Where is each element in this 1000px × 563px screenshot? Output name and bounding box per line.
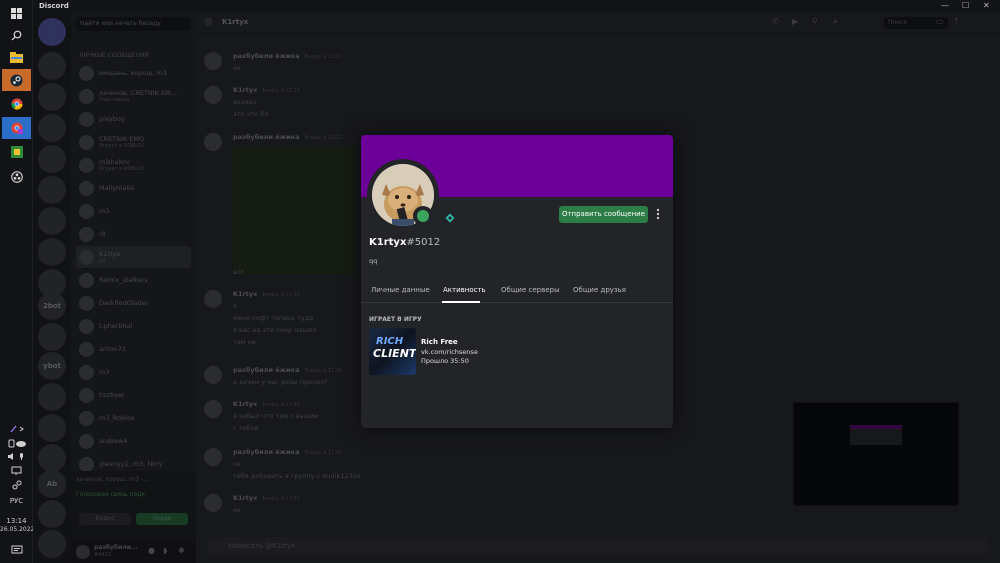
profile-custom-status: qq [369,257,378,265]
online-status-icon [417,210,429,222]
activity-header: ИГРАЕТ В ИГРУ [369,316,422,323]
game-logo-text: CLIENT [373,347,416,360]
obs-icon[interactable] [2,166,31,188]
windows-taskbar: РУС 13:14 26.05.2022 [0,0,34,563]
send-message-button[interactable]: Отправить сообщение [559,206,648,223]
game-name: Rich Free [421,338,458,346]
search-icon[interactable] [2,24,31,46]
user-profile-modal: Отправить сообщение K1rtyx#5012 qq Личны… [361,135,673,428]
nitro-badge-icon[interactable] [445,208,455,223]
chrome-profile-icon[interactable] [2,117,31,139]
tray-network-icon[interactable] [0,466,33,477]
tray-settings-icon[interactable] [0,480,33,492]
game-logo-text: RICH [376,336,404,347]
profile-discriminator: #5012 [406,237,441,248]
language-indicator[interactable]: РУС [0,497,33,505]
tab-activity[interactable]: Активность [443,286,486,294]
profile-username: K1rtyx#5012 [369,237,441,248]
tray-volume-mic-icon[interactable] [0,452,33,463]
windows-start-icon[interactable] [2,2,31,24]
tray-pen-icon[interactable] [0,425,33,435]
file-explorer-icon[interactable] [2,46,31,68]
tray-cloud-icon[interactable] [0,439,33,450]
app-icon[interactable] [2,141,31,163]
clock-time[interactable]: 13:14 [0,517,33,525]
game-logo: RICH CLIENT [369,328,416,375]
chrome-icon[interactable] [2,93,31,115]
clock-date[interactable]: 26.05.2022 [0,526,34,533]
more-vertical-icon[interactable] [654,207,662,223]
close-icon[interactable]: ✕ [983,0,990,12]
app-title: Discord [39,2,69,10]
game-details: vk.com/richsense [421,348,478,356]
screen: РУС 13:14 26.05.2022 Discord — ☐ ✕ 2bot … [0,0,1000,563]
app-titlebar: Discord [33,0,1000,12]
tab-mutual-friends[interactable]: Общие друзья [573,286,626,294]
active-tab-indicator [442,301,480,303]
steam-icon[interactable] [2,69,31,91]
tab-user-info[interactable]: Личные данные [371,286,430,294]
minimize-icon[interactable]: — [941,0,949,12]
maximize-icon[interactable]: ☐ [962,0,969,12]
profile-tabs: Личные данные Активность Общие серверы О… [361,281,673,303]
notification-icon[interactable] [0,545,33,557]
game-elapsed-time: Прошло 35:50 [421,357,469,365]
tab-mutual-servers[interactable]: Общие серверы [501,286,560,294]
